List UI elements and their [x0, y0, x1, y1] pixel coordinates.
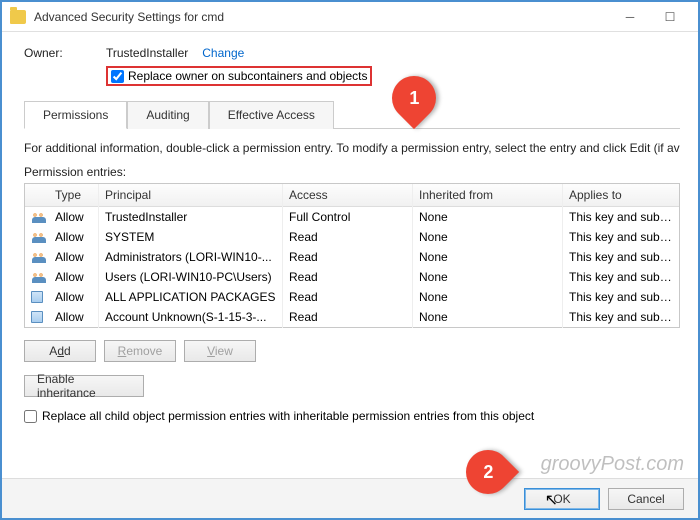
- principal-icon: [25, 267, 49, 287]
- enable-inheritance-button[interactable]: Enable inheritance: [24, 375, 144, 397]
- remove-button: Remove: [104, 340, 176, 362]
- owner-value: TrustedInstaller: [106, 46, 188, 60]
- titlebar: Advanced Security Settings for cmd ─ ☐: [2, 2, 698, 32]
- permission-table: Type Principal Access Inherited from App…: [24, 183, 680, 328]
- view-button: View: [184, 340, 256, 362]
- cell-access: Read: [283, 226, 413, 248]
- cell-applies: This key and subkeys: [563, 266, 679, 288]
- window-controls: ─ ☐: [610, 3, 690, 31]
- cell-inherited: None: [413, 286, 563, 308]
- tab-effective-access[interactable]: Effective Access: [209, 101, 334, 129]
- change-owner-link[interactable]: Change: [202, 46, 244, 60]
- minimize-button[interactable]: ─: [610, 3, 650, 31]
- tab-auditing[interactable]: Auditing: [127, 101, 208, 129]
- table-body: AllowTrustedInstallerFull ControlNoneThi…: [25, 207, 679, 327]
- principal-icon: [25, 287, 49, 307]
- dialog-footer: OK Cancel: [2, 478, 698, 518]
- col-principal[interactable]: Principal: [99, 184, 283, 206]
- cell-inherited: None: [413, 266, 563, 288]
- cancel-button[interactable]: Cancel: [608, 488, 684, 510]
- cell-type: Allow: [49, 246, 99, 268]
- owner-row: Owner: TrustedInstaller Change: [24, 46, 680, 60]
- add-button[interactable]: Add: [24, 340, 96, 362]
- principal-icon: [25, 307, 49, 327]
- cell-principal: ALL APPLICATION PACKAGES: [99, 286, 283, 308]
- replace-child-row: Replace all child object permission entr…: [24, 409, 680, 423]
- table-row[interactable]: AllowTrustedInstallerFull ControlNoneThi…: [25, 207, 679, 227]
- table-row[interactable]: AllowUsers (LORI-WIN10-PC\Users)ReadNone…: [25, 267, 679, 287]
- col-applies[interactable]: Applies to: [563, 184, 679, 206]
- dialog-content: Owner: TrustedInstaller Change Replace o…: [2, 32, 698, 449]
- cell-principal: TrustedInstaller: [99, 206, 283, 228]
- cell-inherited: None: [413, 246, 563, 268]
- permission-entries-label: Permission entries:: [24, 165, 680, 179]
- col-icon: [25, 184, 49, 206]
- replace-owner-row: Replace owner on subcontainers and objec…: [106, 66, 680, 86]
- cursor-icon: ↖: [545, 490, 558, 510]
- table-row[interactable]: AllowSYSTEMReadNoneThis key and subkeys: [25, 227, 679, 247]
- info-text: For additional information, double-click…: [24, 141, 680, 155]
- cell-inherited: None: [413, 206, 563, 228]
- cell-access: Read: [283, 306, 413, 328]
- cell-type: Allow: [49, 226, 99, 248]
- highlight-box-1: Replace owner on subcontainers and objec…: [106, 66, 372, 86]
- table-header: Type Principal Access Inherited from App…: [25, 184, 679, 207]
- col-access[interactable]: Access: [283, 184, 413, 206]
- cell-applies: This key and subkeys: [563, 206, 679, 228]
- replace-owner-checkbox[interactable]: [111, 70, 124, 83]
- cell-principal: Users (LORI-WIN10-PC\Users): [99, 266, 283, 288]
- table-row[interactable]: AllowALL APPLICATION PACKAGESReadNoneThi…: [25, 287, 679, 307]
- cell-principal: SYSTEM: [99, 226, 283, 248]
- replace-child-label[interactable]: Replace all child object permission entr…: [42, 409, 534, 423]
- cell-applies: This key and subkeys: [563, 286, 679, 308]
- cell-access: Full Control: [283, 206, 413, 228]
- cell-inherited: None: [413, 306, 563, 328]
- table-row[interactable]: AllowAdministrators (LORI-WIN10-...ReadN…: [25, 247, 679, 267]
- owner-label: Owner:: [24, 46, 106, 60]
- folder-icon: [10, 10, 26, 24]
- cell-principal: Account Unknown(S-1-15-3-...: [99, 306, 283, 328]
- replace-child-checkbox[interactable]: [24, 410, 37, 423]
- principal-icon: [25, 227, 49, 247]
- cell-type: Allow: [49, 206, 99, 228]
- cell-access: Read: [283, 266, 413, 288]
- window-title: Advanced Security Settings for cmd: [34, 10, 610, 24]
- cell-type: Allow: [49, 286, 99, 308]
- cell-inherited: None: [413, 226, 563, 248]
- principal-icon: [25, 207, 49, 227]
- tabs: Permissions Auditing Effective Access: [24, 100, 680, 129]
- ok-button[interactable]: OK: [524, 488, 600, 510]
- cell-applies: This key and subkeys: [563, 226, 679, 248]
- principal-icon: [25, 247, 49, 267]
- replace-owner-label[interactable]: Replace owner on subcontainers and objec…: [128, 69, 367, 83]
- cell-applies: This key and subkeys: [563, 306, 679, 328]
- cell-access: Read: [283, 246, 413, 268]
- maximize-button[interactable]: ☐: [650, 3, 690, 31]
- cell-type: Allow: [49, 306, 99, 328]
- tab-permissions[interactable]: Permissions: [24, 101, 127, 129]
- cell-applies: This key and subkeys: [563, 246, 679, 268]
- col-inherited[interactable]: Inherited from: [413, 184, 563, 206]
- cell-type: Allow: [49, 266, 99, 288]
- cell-access: Read: [283, 286, 413, 308]
- col-type[interactable]: Type: [49, 184, 99, 206]
- entry-buttons: Add Remove View: [24, 340, 680, 362]
- table-row[interactable]: AllowAccount Unknown(S-1-15-3-...ReadNon…: [25, 307, 679, 327]
- watermark: groovyPost.com: [541, 453, 684, 476]
- cell-principal: Administrators (LORI-WIN10-...: [99, 246, 283, 268]
